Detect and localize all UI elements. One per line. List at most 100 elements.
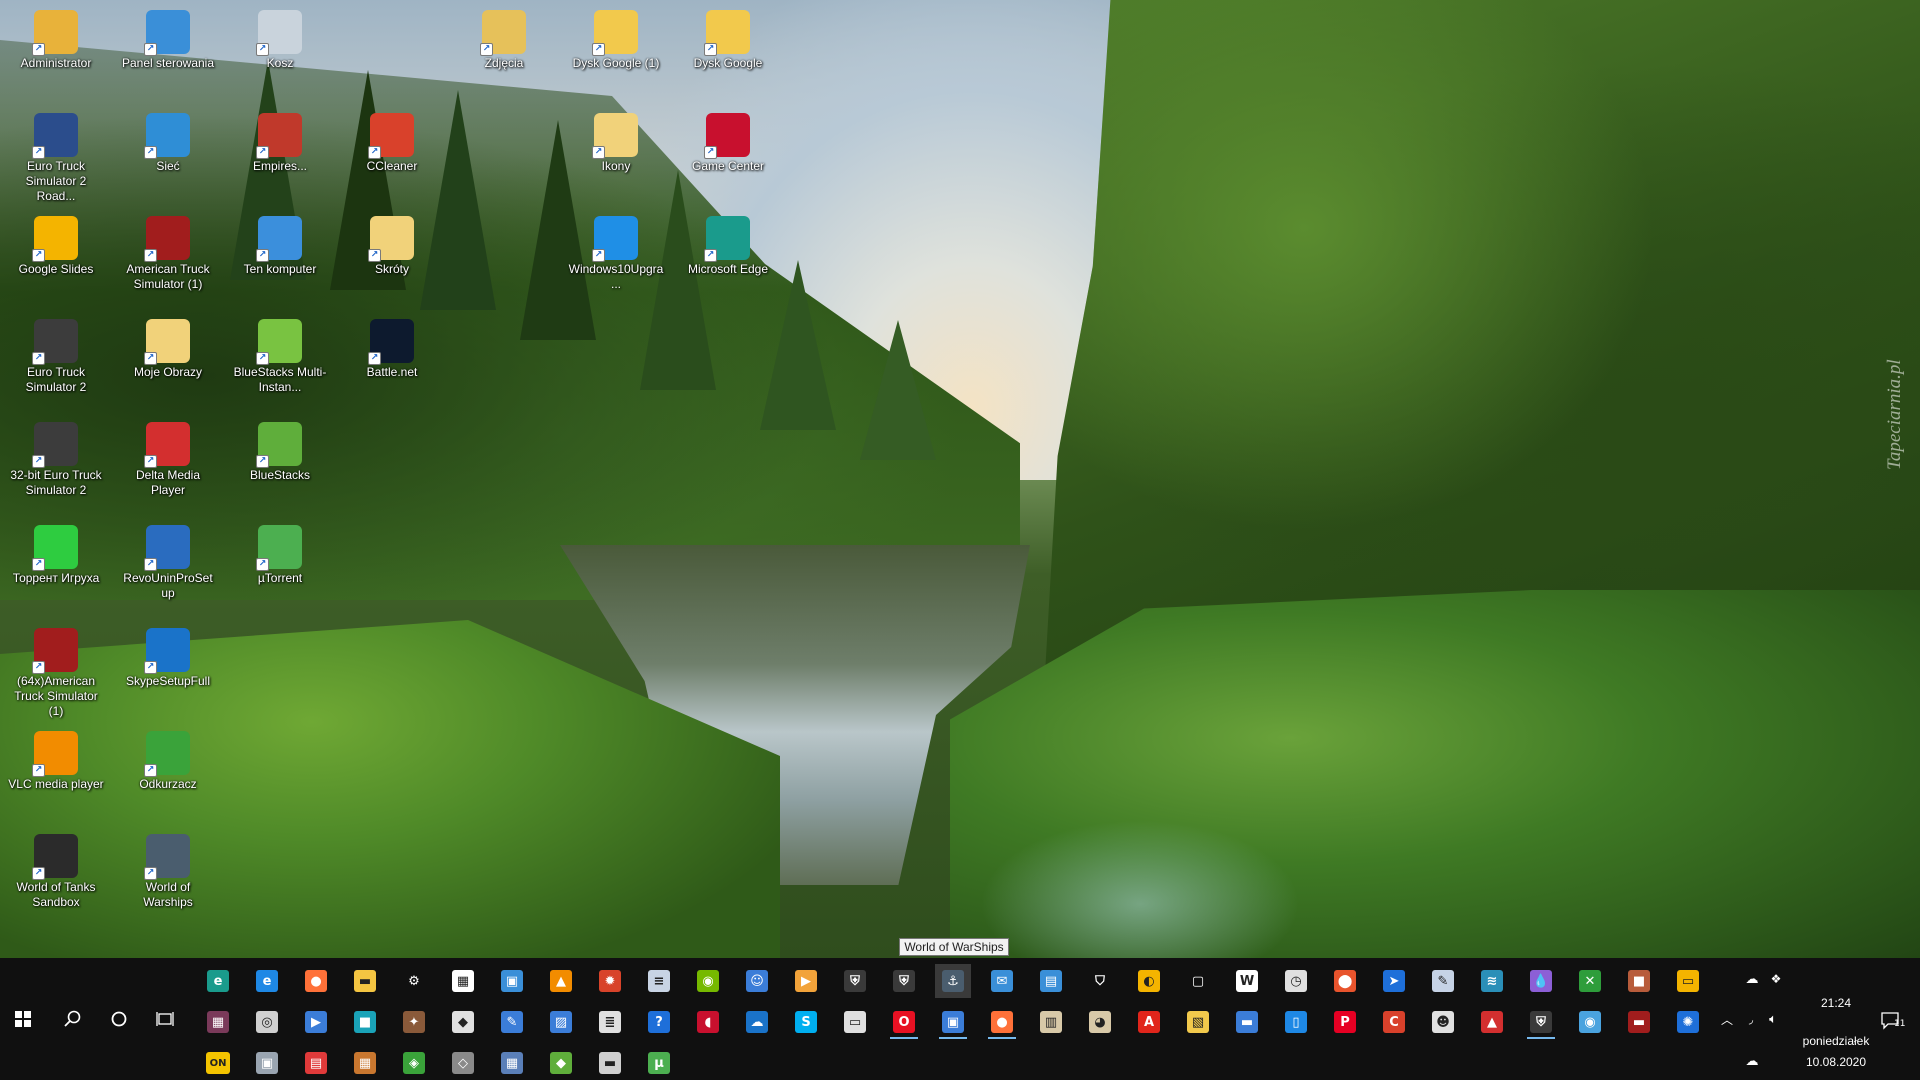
taskbar-app-button[interactable]: µ — [641, 1046, 677, 1080]
taskbar-app-button[interactable]: ▣ — [935, 1005, 971, 1039]
dropbox-tray-button[interactable]: ❖ — [1764, 966, 1788, 992]
taskbar-app-button[interactable]: ◈ — [396, 1046, 432, 1080]
desktop-icon[interactable]: ↗ Kosz — [230, 6, 330, 104]
taskbar-app-button[interactable]: ▦ — [445, 964, 481, 998]
taskbar-app-button[interactable]: ▲ — [1474, 1005, 1510, 1039]
taskbar-app-button[interactable]: ▬ — [1229, 1005, 1265, 1039]
desktop-icon[interactable]: ↗ RevoUninProSetup — [118, 521, 218, 619]
network-button[interactable]: ◞ — [1740, 1006, 1762, 1032]
desktop-icon[interactable]: ↗ Ikony — [566, 109, 666, 207]
taskbar-app-button[interactable]: ■ — [347, 1005, 383, 1039]
taskbar-app-button[interactable]: ◎ — [249, 1005, 285, 1039]
show-hidden-icons-button[interactable]: ︿ — [1716, 1006, 1738, 1032]
taskbar-app-button[interactable]: ☁ — [739, 1005, 775, 1039]
taskbar-app-button[interactable]: ≡ — [641, 964, 677, 998]
taskbar-app-button[interactable]: ✎ — [494, 1005, 530, 1039]
taskbar-app-button[interactable]: ▶ — [788, 964, 824, 998]
desktop-icon[interactable]: ↗ Panel sterowania — [118, 6, 218, 104]
taskbar-app-button[interactable]: e — [249, 964, 285, 998]
cortana-button[interactable] — [96, 958, 142, 1080]
desktop-icon[interactable]: ↗ Торрент Игруха — [6, 521, 106, 619]
taskbar-app-button[interactable]: ⛨ — [1523, 1005, 1559, 1039]
desktop-icon[interactable]: ↗ Moje Obrazy — [118, 315, 218, 413]
taskbar-app-button[interactable]: W — [1229, 964, 1265, 998]
taskbar-app-button[interactable]: ▬ — [347, 964, 383, 998]
taskbar-app-button[interactable]: ⛨ — [837, 964, 873, 998]
desktop-icon[interactable]: ↗ Dysk Google — [678, 6, 778, 104]
desktop-icon[interactable]: ↗ BlueStacks Multi-Instan... — [230, 315, 330, 413]
taskbar-app-button[interactable]: ▦ — [200, 1005, 236, 1039]
taskbar-app-button[interactable]: ✹ — [592, 964, 628, 998]
taskbar-app-button[interactable]: ◆ — [445, 1005, 481, 1039]
desktop-icon[interactable]: ↗ Administrator — [6, 6, 106, 104]
taskbar-app-button[interactable]: ⛉ — [1082, 964, 1118, 998]
taskbar-app-button[interactable]: ● — [298, 964, 334, 998]
taskbar-app-button[interactable]: ✺ — [1670, 1005, 1706, 1039]
taskbar-app-button[interactable]: A — [1131, 1005, 1167, 1039]
clock-button[interactable]: 21:24 poniedziałek 10.08.2020 — [1790, 982, 1882, 1069]
task-view-button[interactable] — [142, 958, 188, 1080]
taskbar-app-button[interactable]: ◉ — [1572, 1005, 1608, 1039]
taskbar-app-button[interactable]: P — [1327, 1005, 1363, 1039]
taskbar-app-button[interactable]: ▨ — [543, 1005, 579, 1039]
taskbar-app-button[interactable]: ✎ — [1425, 964, 1461, 998]
desktop-icon[interactable]: ↗ Battle.net — [342, 315, 442, 413]
desktop-icon[interactable]: ↗ Microsoft Edge — [678, 212, 778, 310]
taskbar-app-button[interactable]: ◖ — [690, 1005, 726, 1039]
desktop-icon[interactable]: ↗ BlueStacks — [230, 418, 330, 516]
onedrive-status-button[interactable]: ☁ — [1740, 1048, 1764, 1074]
desktop-icon[interactable]: ↗ Euro Truck Simulator 2 — [6, 315, 106, 413]
taskbar-app-button[interactable]: ▥ — [1033, 1005, 1069, 1039]
taskbar-app-button[interactable]: ☻ — [1425, 1005, 1461, 1039]
desktop-icon[interactable]: ↗ Ten komputer — [230, 212, 330, 310]
taskbar-app-button[interactable]: ? — [641, 1005, 677, 1039]
desktop-icon[interactable]: ↗ Skróty — [342, 212, 442, 310]
desktop-icon[interactable]: ↗ Windows10Upgra... — [566, 212, 666, 310]
desktop-icon[interactable]: ↗ µTorrent — [230, 521, 330, 619]
taskbar-app-button[interactable]: ✕ — [1572, 964, 1608, 998]
search-button[interactable] — [50, 958, 96, 1080]
volume-button[interactable]: 🔈︎ — [1762, 1006, 1784, 1032]
desktop-icon[interactable]: ↗ Odkurzacz — [118, 727, 218, 825]
taskbar-app-button[interactable]: ➤ — [1376, 964, 1412, 998]
taskbar-app-button[interactable]: ▭ — [837, 1005, 873, 1039]
taskbar-app-button[interactable]: ✉ — [984, 964, 1020, 998]
taskbar-app-button[interactable]: ≣ — [592, 1005, 628, 1039]
taskbar-app-button[interactable]: O — [886, 1005, 922, 1039]
taskbar-app-button[interactable]: C — [1376, 1005, 1412, 1039]
taskbar-app-button[interactable]: ▦ — [347, 1046, 383, 1080]
taskbar-app-button[interactable]: ▧ — [1180, 1005, 1216, 1039]
taskbar-app-button[interactable]: ◷ — [1278, 964, 1314, 998]
desktop-icon[interactable]: ↗ World of Warships — [118, 830, 218, 928]
taskbar-app-button[interactable]: ▬ — [1621, 1005, 1657, 1039]
onedrive-tray-button[interactable]: ☁ — [1740, 966, 1764, 992]
desktop-icon[interactable]: ↗ Dysk Google (1) — [566, 6, 666, 104]
taskbar-app-button[interactable]: 💧 — [1523, 964, 1559, 998]
desktop-icon[interactable]: ↗ Google Slides — [6, 212, 106, 310]
taskbar-app-button[interactable]: ■ — [1621, 964, 1657, 998]
taskbar-app-button[interactable]: ◕ — [1082, 1005, 1118, 1039]
taskbar-app-button[interactable]: ⚓ — [935, 964, 971, 998]
taskbar-app-button[interactable]: e — [200, 964, 236, 998]
taskbar-app-button[interactable]: ▦ — [494, 1046, 530, 1080]
taskbar-app-button[interactable]: ▢ — [1180, 964, 1216, 998]
taskbar-app-button[interactable]: ▶ — [298, 1005, 334, 1039]
taskbar-app-button[interactable]: ◇ — [445, 1046, 481, 1080]
taskbar-app-button[interactable]: ◆ — [543, 1046, 579, 1080]
desktop-icon[interactable]: ↗ American Truck Simulator (1) — [118, 212, 218, 310]
desktop-icon[interactable]: ↗ Empires... — [230, 109, 330, 207]
taskbar-app-button[interactable]: S — [788, 1005, 824, 1039]
desktop-icon[interactable]: ↗ Delta Media Player — [118, 418, 218, 516]
desktop-icon[interactable]: ↗ Euro Truck Simulator 2 Road... — [6, 109, 106, 207]
taskbar-app-button[interactable]: ● — [984, 1005, 1020, 1039]
taskbar-app-button[interactable]: ▲ — [543, 964, 579, 998]
taskbar-app-button[interactable]: ▣ — [494, 964, 530, 998]
taskbar-app-button[interactable]: ⚙ — [396, 964, 432, 998]
action-center-button[interactable]: 11 — [1870, 1006, 1912, 1036]
start-button[interactable] — [0, 958, 46, 1080]
taskbar-app-button[interactable]: ▬ — [592, 1046, 628, 1080]
taskbar-app-button[interactable]: ≋ — [1474, 964, 1510, 998]
taskbar-app-button[interactable]: ✦ — [396, 1005, 432, 1039]
desktop-icon[interactable]: ↗ Sieć — [118, 109, 218, 207]
taskbar-app-button[interactable]: ◉ — [690, 964, 726, 998]
